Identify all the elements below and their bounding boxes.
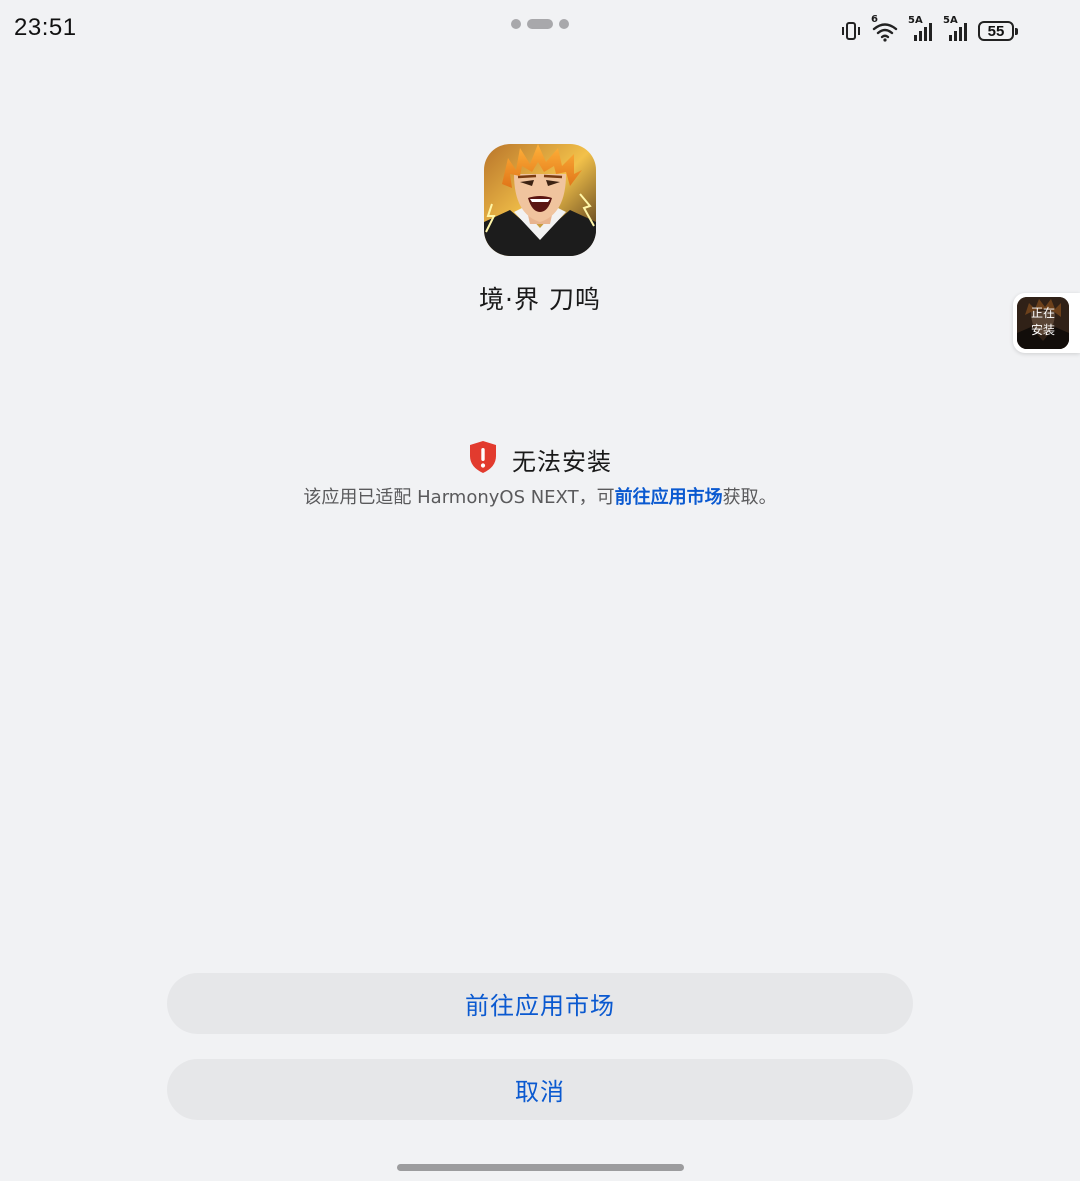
cancel-button[interactable]: 取消 [167,1059,913,1120]
home-indicator[interactable] [397,1164,684,1171]
shield-warning-icon [468,440,498,478]
wifi-icon: 6 [871,14,899,42]
installing-floating-badge[interactable]: 正在 安装 [1013,293,1080,353]
warning-title: 无法安装 [512,447,612,476]
warning-header: 无法安装 [0,440,1080,478]
go-to-app-market-button[interactable]: 前往应用市场 [167,973,913,1034]
window-handle-dot-left [511,19,521,29]
status-icons: 6 5A 5A 55 [840,14,1018,44]
network-type-label-1: 5A [908,15,923,26]
window-handle-dot-right [559,19,569,29]
installing-label: 正在 安装 [1030,306,1055,337]
install-blocked-screen: 23:51 6 5A 5A 55 境·界 刀鸣 正在 安装 无法安装 该应用已适… [0,0,1080,1181]
network-type-label-2: 5A [943,15,958,26]
battery-icon: 55 [978,21,1018,41]
cellular-signal-1: 5A [908,15,934,42]
app-icon [484,144,596,256]
warning-description: 该应用已适配 HarmonyOS NEXT，可前往应用市场获取。 [0,483,1080,509]
wifi-generation-label: 6 [871,14,878,25]
window-handle-bar [527,19,553,29]
warning-desc-prefix: 该应用已适配 HarmonyOS NEXT，可 [303,487,615,508]
vibrate-icon [840,20,862,42]
status-time: 23:51 [14,14,77,41]
cellular-signal-2: 5A [943,15,969,42]
warning-desc-suffix: 获取。 [722,487,777,508]
app-name: 境·界 刀鸣 [479,285,601,314]
app-market-link[interactable]: 前往应用市场 [615,487,723,508]
window-handle[interactable] [511,19,569,29]
